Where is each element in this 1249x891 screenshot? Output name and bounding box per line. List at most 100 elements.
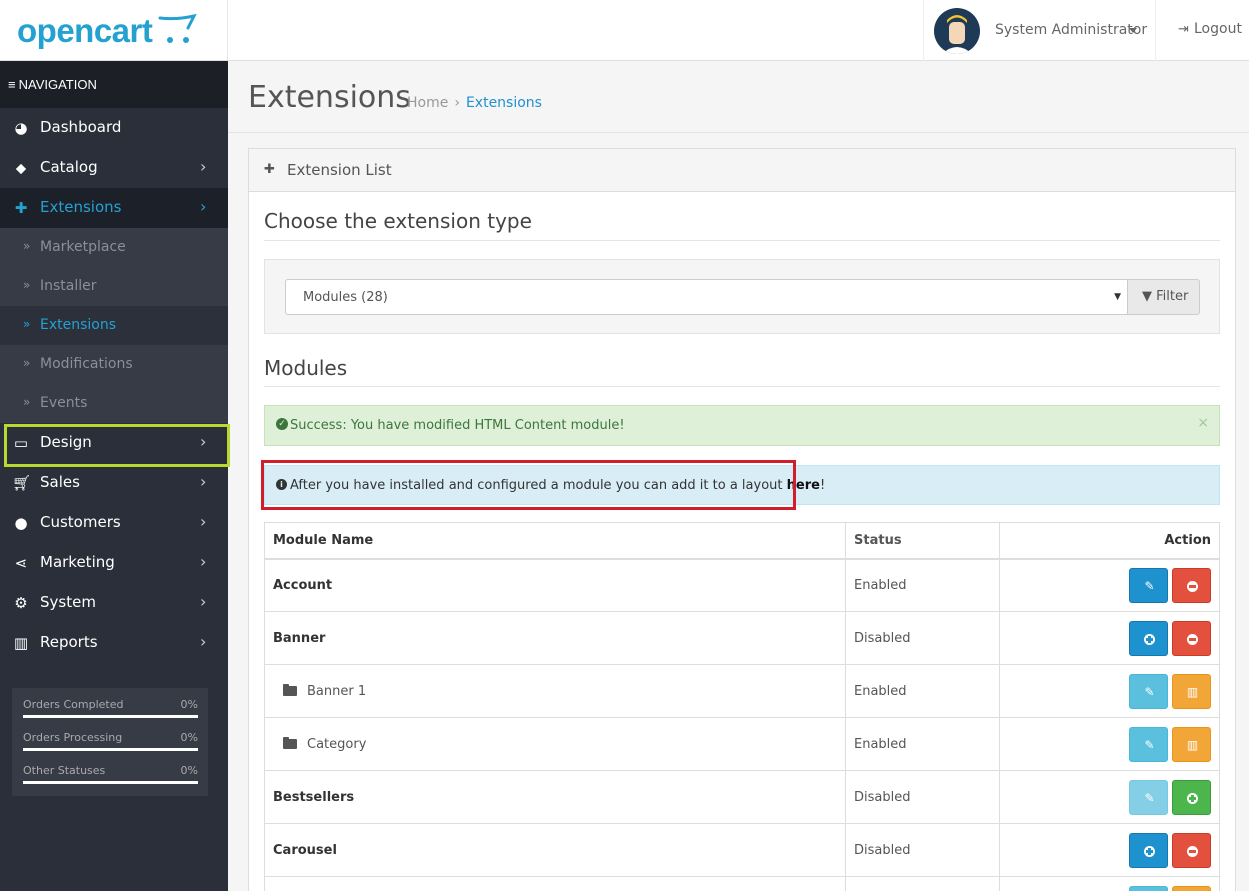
plus-circle-glyph <box>1187 792 1198 804</box>
module-status: Disabled <box>845 823 1000 877</box>
delete-button[interactable]: ▥ <box>1172 673 1211 709</box>
modules-table: Module Name Status Action Account Enabled… <box>264 522 1220 891</box>
module-name: Carousel <box>273 842 337 858</box>
table-header-row: Module Name Status Action <box>264 522 1220 560</box>
module-status: Disabled <box>845 611 1000 665</box>
sidebar-subitem-label: Modifications <box>40 356 133 372</box>
user-menu-dropdown[interactable]: System Administrator <box>923 0 1155 61</box>
uninstall-button[interactable] <box>1172 832 1212 869</box>
pencil-icon: ✎ <box>1144 790 1155 805</box>
filter-button[interactable]: ▼ Filter <box>1127 279 1200 315</box>
module-actions <box>999 823 1220 877</box>
table-row: Carousel Disabled <box>264 823 1220 877</box>
edit-button[interactable]: ✎ <box>1129 567 1168 603</box>
sign-out-icon: ⇥ <box>1178 22 1189 37</box>
sidebar-item-sales[interactable]: 🛒︎ Sales › <box>0 463 228 503</box>
filter-label: Filter <box>1156 289 1189 304</box>
sidebar-item-reports[interactable]: ▥ Reports › <box>0 623 228 663</box>
page-header: Extensions Home › Extensions <box>228 61 1249 133</box>
sidebar-item-system[interactable]: ⚙ System › <box>0 583 228 623</box>
module-actions: ✎▥ <box>999 876 1220 891</box>
table-row: Bestsellers Disabled ✎ <box>264 770 1220 824</box>
sidebar-subitem-label: Marketplace <box>40 239 126 255</box>
sidebar-item-label: Dashboard <box>40 118 122 136</box>
puzzle-icon: ✚ <box>14 199 28 217</box>
breadcrumb-home[interactable]: Home <box>407 95 448 111</box>
stat-orders-completed: Orders Completed 0% <box>23 698 198 731</box>
modules-heading: Modules <box>264 356 348 380</box>
edit-button[interactable]: ✎ <box>1129 779 1168 815</box>
navigation-header: ≡ NAVIGATION <box>0 61 228 108</box>
chevron-right-icon: › <box>200 512 207 531</box>
monitor-icon: ▭ <box>13 434 29 452</box>
column-header-module-name[interactable]: Module Name <box>264 522 846 560</box>
top-header: opencart System Administrator ⇥ Logout <box>0 0 1249 61</box>
pencil-icon: ✎ <box>1144 684 1155 699</box>
puzzle-icon: ✚ <box>264 162 275 177</box>
sidebar-subitem-events[interactable]: » Events <box>0 384 228 423</box>
sidebar-item-label: Catalog <box>40 158 98 176</box>
sidebar-item-catalog[interactable]: ⬥ Catalog › <box>0 148 228 188</box>
sidebar-item-extensions[interactable]: ✚ Extensions › <box>0 188 228 228</box>
bar-chart-icon: ▥ <box>13 634 29 652</box>
annotation-highlight-box <box>261 460 796 510</box>
sidebar-item-dashboard[interactable]: ◕ Dashboard <box>0 108 228 148</box>
extension-type-select[interactable]: Modules (28) ▼ <box>285 279 1128 315</box>
module-name-cell: Banner 1 <box>264 664 846 718</box>
sidebar-subitem-marketplace[interactable]: » Marketplace <box>0 228 228 267</box>
install-button[interactable] <box>1129 620 1169 657</box>
install-button[interactable] <box>1129 832 1168 868</box>
breadcrumb-extensions[interactable]: Extensions <box>466 95 542 111</box>
table-row: Category Enabled ✎ ▥ <box>264 717 1220 771</box>
success-message: Success: You have modified HTML Content … <box>290 418 625 433</box>
sidebar-subitem-extensions[interactable]: » Extensions <box>0 306 228 345</box>
stat-other-statuses: Other Statuses 0% <box>23 764 198 797</box>
minus-circle-icon <box>1173 834 1212 869</box>
sidebar-subitem-modifications[interactable]: » Modifications <box>0 345 228 384</box>
sidebar-item-customers[interactable]: ● Customers › <box>0 503 228 543</box>
sidebar-subitem-label: Events <box>40 395 88 411</box>
chevron-right-icon: › <box>200 632 207 651</box>
logout-button[interactable]: ⇥ Logout <box>1155 0 1249 61</box>
module-name-cell: Bestsellers <box>264 770 846 824</box>
edit-button[interactable]: ✎ <box>1129 885 1168 891</box>
double-chevron-icon: » <box>23 317 31 331</box>
panel-title: Extension List <box>287 161 392 179</box>
sidebar-subitem-installer[interactable]: » Installer <box>0 267 228 306</box>
uninstall-button[interactable] <box>1172 620 1211 656</box>
column-header-action: Action <box>999 522 1220 560</box>
plus-circle-glyph <box>1144 845 1155 857</box>
delete-button[interactable]: ▥ <box>1172 726 1211 762</box>
close-icon[interactable]: × <box>1197 415 1209 431</box>
minus-circle-icon <box>1173 569 1212 604</box>
success-alert: ✓ Success: You have modified HTML Conten… <box>264 405 1220 446</box>
sidebar-item-label: System <box>40 593 96 611</box>
module-actions: ✎ <box>999 770 1220 824</box>
pencil-icon: ✎ <box>1144 578 1155 593</box>
sidebar-item-marketing[interactable]: ⋖ Marketing › <box>0 543 228 583</box>
delete-button[interactable]: ▥ <box>1172 885 1211 891</box>
gear-icon: ⚙ <box>14 594 28 612</box>
order-stats-panel: Orders Completed 0% Orders Processing 0%… <box>12 688 208 796</box>
minus-circle-glyph <box>1187 845 1198 857</box>
panel-heading: ✚ Extension List <box>249 149 1235 192</box>
sidebar-item-design[interactable]: ▭ Design › <box>0 423 230 467</box>
install-button[interactable] <box>1172 779 1211 815</box>
sidebar-item-label: Reports <box>40 633 98 651</box>
uninstall-button[interactable] <box>1172 567 1212 604</box>
breadcrumb: Home › Extensions <box>407 95 542 111</box>
sidebar-subitem-label: Installer <box>40 278 97 294</box>
plus-circle-icon <box>1130 622 1169 657</box>
column-header-status[interactable]: Status <box>845 522 1000 560</box>
module-actions: ✎▥ <box>999 664 1220 718</box>
opencart-logo[interactable]: opencart <box>0 0 228 61</box>
module-name-cell <box>264 876 846 891</box>
pencil-icon: ✎ <box>1144 737 1155 752</box>
module-name-cell: Account <box>264 558 846 612</box>
edit-button[interactable]: ✎ <box>1129 726 1168 762</box>
chevron-right-icon: › <box>200 592 207 611</box>
progress-bar <box>23 715 198 718</box>
info-message-end: ! <box>819 478 826 493</box>
edit-button[interactable]: ✎ <box>1129 673 1168 709</box>
user-icon: ● <box>14 514 28 532</box>
